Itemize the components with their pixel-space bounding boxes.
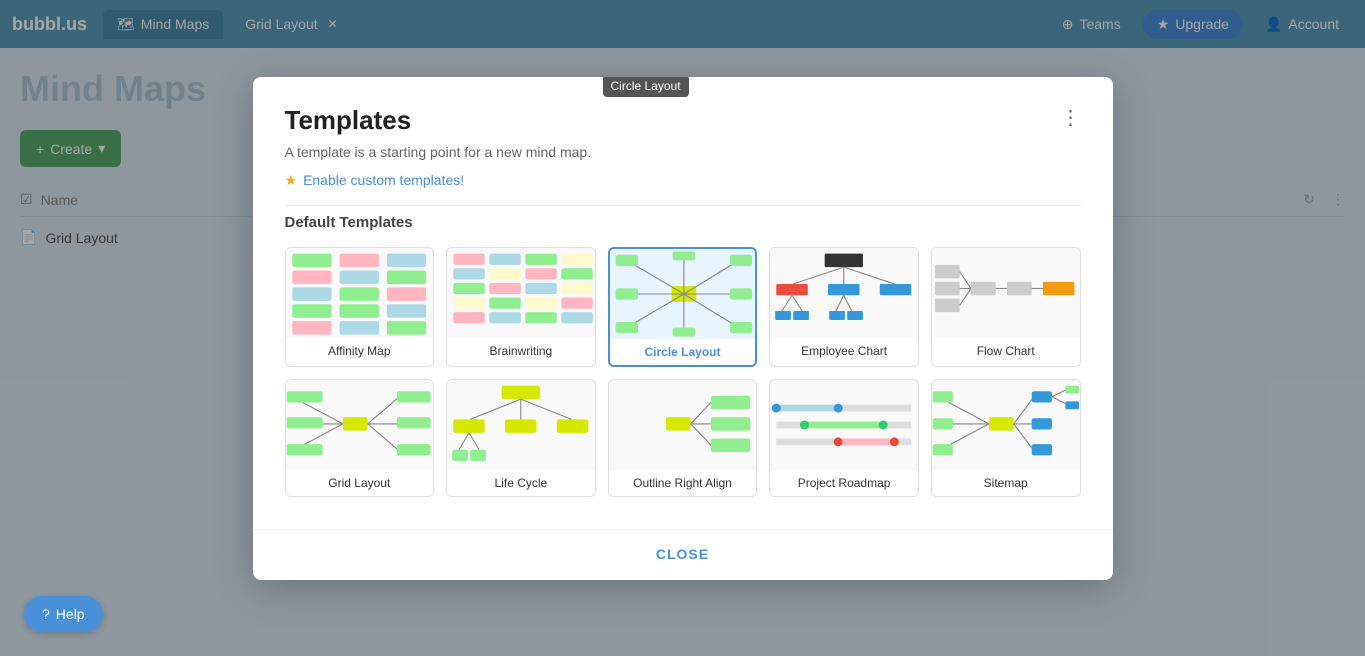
modal-title: Templates (285, 105, 1081, 136)
template-circle-layout[interactable]: Circle Layout (608, 247, 758, 367)
modal-menu-button[interactable]: ⋮ (1061, 105, 1081, 130)
template-grid: Affinity Map (285, 247, 1081, 497)
project-roadmap-preview (770, 380, 918, 470)
life-cycle-label: Life Cycle (447, 470, 595, 496)
help-label: Help (56, 606, 85, 622)
circle-layout-preview (610, 249, 756, 339)
enable-link-label: Enable custom templates! (303, 172, 464, 188)
template-brainwriting[interactable]: Brainwriting (446, 247, 596, 367)
template-outline-right-align[interactable]: Outline Right Align (608, 379, 758, 497)
modal-header: Templates A template is a starting point… (253, 77, 1113, 205)
affinity-map-preview (286, 248, 434, 338)
template-grid-layout[interactable]: Grid Layout (285, 379, 435, 497)
modal-overlay: Templates A template is a starting point… (0, 0, 1365, 656)
template-employee-chart[interactable]: Employee Chart (769, 247, 919, 367)
flow-chart-preview (932, 248, 1080, 338)
modal-subtitle: A template is a starting point for a new… (285, 144, 1081, 160)
outline-right-align-preview (609, 380, 757, 470)
template-affinity-map[interactable]: Affinity Map (285, 247, 435, 367)
template-life-cycle[interactable]: Life Cycle (446, 379, 596, 497)
sitemap-label: Sitemap (932, 470, 1080, 496)
modal-body: Default Templates (253, 205, 1113, 529)
template-sitemap[interactable]: Sitemap (931, 379, 1081, 497)
star-icon: ★ (285, 172, 298, 189)
flow-chart-label: Flow Chart (932, 338, 1080, 364)
circle-layout-tooltip: Circle Layout (603, 77, 689, 97)
help-icon: ? (42, 606, 50, 622)
outline-right-align-label: Outline Right Align (609, 470, 757, 496)
help-button[interactable]: ? Help (24, 596, 103, 632)
sitemap-preview (932, 380, 1080, 470)
close-button[interactable]: CLOSE (656, 546, 709, 562)
employee-chart-preview (770, 248, 918, 338)
modal-footer: CLOSE (253, 529, 1113, 580)
life-cycle-preview (447, 380, 595, 470)
affinity-map-label: Affinity Map (286, 338, 434, 364)
section-title: Default Templates (285, 205, 1081, 231)
employee-chart-label: Employee Chart (770, 338, 918, 364)
brainwriting-label: Brainwriting (447, 338, 595, 364)
enable-custom-templates-link[interactable]: ★ Enable custom templates! (285, 172, 1081, 189)
project-roadmap-label: Project Roadmap (770, 470, 918, 496)
template-project-roadmap[interactable]: Project Roadmap (769, 379, 919, 497)
grid-layout-label: Grid Layout (286, 470, 434, 496)
templates-modal: Templates A template is a starting point… (253, 77, 1113, 580)
circle-layout-label: Circle Layout (610, 339, 756, 365)
brainwriting-preview (447, 248, 595, 338)
grid-layout-preview (286, 380, 434, 470)
template-flow-chart[interactable]: Flow Chart (931, 247, 1081, 367)
